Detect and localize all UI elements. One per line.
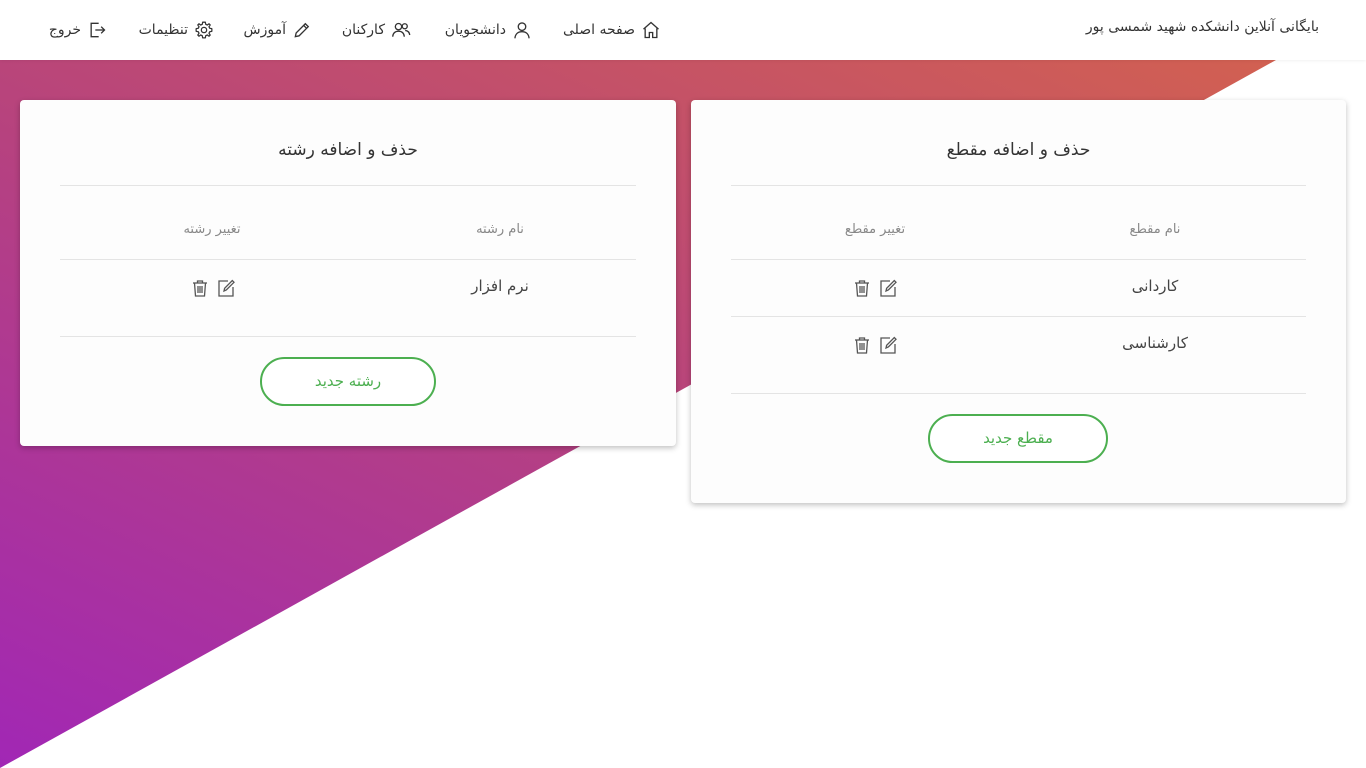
degree-card: حذف و اضافه مقطع نام مقطع تغییر مقطع کار… [691, 100, 1346, 503]
divider [731, 185, 1306, 186]
gear-icon [194, 20, 214, 40]
trash-icon[interactable] [190, 278, 210, 298]
divider [731, 259, 1306, 260]
pencil-icon [292, 20, 312, 40]
edit-icon[interactable] [216, 278, 236, 298]
nav-settings[interactable]: تنظیمات [139, 18, 214, 42]
user-icon [512, 20, 532, 40]
nav-staff[interactable]: کارکنان [342, 18, 411, 42]
divider [731, 316, 1306, 317]
degree-actions-header: تغییر مقطع [844, 222, 906, 237]
major-card: حذف و اضافه رشته نام رشته تغییر رشته نرم… [20, 100, 676, 446]
add-major-button[interactable]: رشته جدید [260, 357, 436, 406]
divider [731, 393, 1306, 394]
degree-card-title: حذف و اضافه مقطع [946, 140, 1091, 160]
nav-home-label: صفحه اصلی [562, 22, 635, 38]
nav-settings-label: تنظیمات [138, 22, 188, 38]
top-navbar: بایگانی آنلاین دانشکده شهید شمسی پور صفح… [0, 0, 1366, 60]
trash-icon[interactable] [852, 335, 872, 355]
nav-home[interactable]: صفحه اصلی [563, 18, 661, 42]
major-card-title: حذف و اضافه رشته [278, 140, 418, 160]
degree-name-header: نام مقطع [1129, 222, 1181, 237]
divider [60, 185, 636, 186]
add-degree-button[interactable]: مقطع جدید [928, 414, 1108, 463]
site-title: بایگانی آنلاین دانشکده شهید شمسی پور [1085, 19, 1319, 35]
major-row-actions [190, 278, 236, 298]
major-row-name: نرم افزار [471, 277, 529, 295]
nav-logout[interactable]: خروج [49, 18, 107, 42]
logout-icon [87, 20, 107, 40]
nav-students[interactable]: دانشجویان [445, 18, 532, 42]
major-name-header: نام رشته [476, 222, 524, 237]
edit-icon[interactable] [878, 335, 898, 355]
degree-row-name: کارشناسی [1122, 334, 1188, 352]
nav-education[interactable]: آموزش [244, 18, 312, 42]
degree-row-name: کاردانی [1131, 277, 1179, 295]
nav-staff-label: کارکنان [341, 22, 385, 38]
users-icon [391, 20, 411, 40]
trash-icon[interactable] [852, 278, 872, 298]
nav-education-label: آموزش [243, 22, 286, 38]
degree-row-actions [852, 278, 898, 298]
divider [60, 336, 636, 337]
nav-students-label: دانشجویان [444, 22, 506, 38]
major-actions-header: تغییر رشته [183, 222, 241, 237]
edit-icon[interactable] [878, 278, 898, 298]
nav-logout-label: خروج [48, 22, 81, 38]
divider [60, 259, 636, 260]
degree-row-actions [852, 335, 898, 355]
home-icon [641, 20, 661, 40]
